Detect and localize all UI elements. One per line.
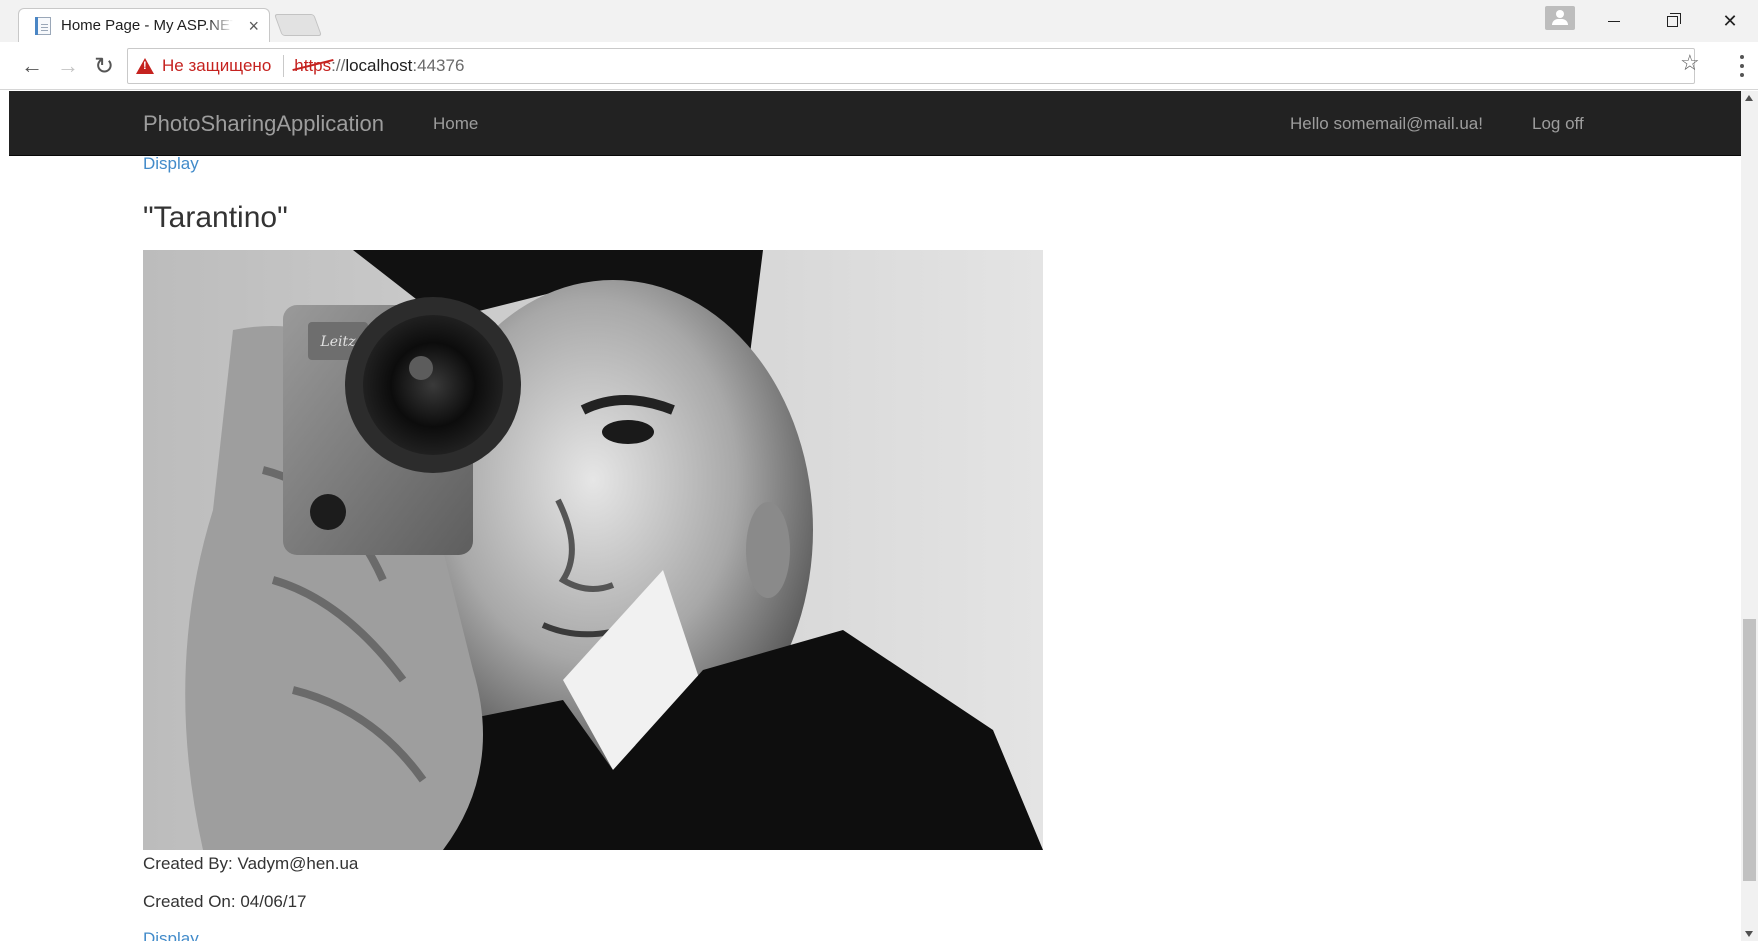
address-bar[interactable]: Не защищено https :// localhost :44376 <box>127 48 1695 84</box>
minimize-icon <box>1608 20 1620 22</box>
nav-home-link[interactable]: Home <box>433 114 478 134</box>
back-button[interactable]: ← <box>16 50 48 82</box>
browser-tab-active[interactable]: Home Page - My ASP.NET Application × <box>18 8 270 42</box>
url-scheme: https <box>294 56 332 75</box>
omnibox-divider <box>283 55 285 77</box>
page-viewport: Display "Tarantino" Leitz Created By: Va… <box>9 91 1741 941</box>
menu-dot <box>1740 54 1744 59</box>
display-link[interactable]: Display <box>143 154 199 174</box>
scrollbar-thumb[interactable] <box>1743 619 1756 881</box>
new-tab-button[interactable] <box>273 14 323 36</box>
warning-triangle-icon <box>136 58 154 74</box>
nav-user-greeting-link[interactable]: Hello somemail@mail.ua! <box>1290 114 1483 134</box>
arrow-left-icon: ← <box>21 53 43 78</box>
photo-title: "Tarantino" <box>143 201 288 234</box>
page-scrollbar[interactable] <box>1741 91 1758 941</box>
photo-illustration: Leitz <box>143 250 1043 850</box>
forward-button[interactable]: → <box>52 50 84 82</box>
menu-dot <box>1740 63 1744 68</box>
security-indicator[interactable]: Не защищено <box>162 56 271 76</box>
window-close-button[interactable]: ✕ <box>1707 6 1753 36</box>
menu-dot <box>1740 73 1744 78</box>
url-host: localhost <box>345 56 413 75</box>
browser-toolbar: ← → ↻ Не защищено https :// localhost :4… <box>0 42 1758 90</box>
reload-icon: ↻ <box>93 52 115 80</box>
scroll-down-arrow-icon[interactable] <box>1745 931 1753 937</box>
close-icon: ✕ <box>1722 10 1738 31</box>
restore-button[interactable] <box>1649 6 1695 36</box>
scroll-up-arrow-icon[interactable] <box>1745 95 1753 101</box>
nav-logoff-link[interactable]: Log off <box>1532 114 1584 134</box>
bookmark-star-icon[interactable]: ☆ <box>1680 50 1700 76</box>
svg-text:Leitz: Leitz <box>319 334 356 350</box>
page-favicon-icon <box>35 16 51 35</box>
url-port: :44376 <box>412 56 465 75</box>
site-navbar: PhotoSharingApplication Home Hello somem… <box>9 91 1741 156</box>
arrow-right-icon: → <box>57 53 79 78</box>
restore-icon <box>1666 12 1681 27</box>
minimize-button[interactable] <box>1591 6 1637 36</box>
created-by-text: Created By: Vadym@hen.ua <box>143 854 359 873</box>
profile-avatar-icon[interactable] <box>1545 6 1575 30</box>
tab-close-icon[interactable]: × <box>248 17 259 35</box>
browser-tabstrip: Home Page - My ASP.NET Application × ✕ <box>0 0 1758 42</box>
tab-title: Home Page - My ASP.NET Application <box>61 17 233 34</box>
created-on-text: Created On: 04/06/17 <box>143 892 307 911</box>
photo-image[interactable]: Leitz <box>143 250 1043 850</box>
display-link[interactable]: Display <box>143 929 199 941</box>
reload-button[interactable]: ↻ <box>88 50 120 82</box>
browser-menu-button[interactable] <box>1733 52 1751 80</box>
navbar-brand-link[interactable]: PhotoSharingApplication <box>143 111 384 137</box>
